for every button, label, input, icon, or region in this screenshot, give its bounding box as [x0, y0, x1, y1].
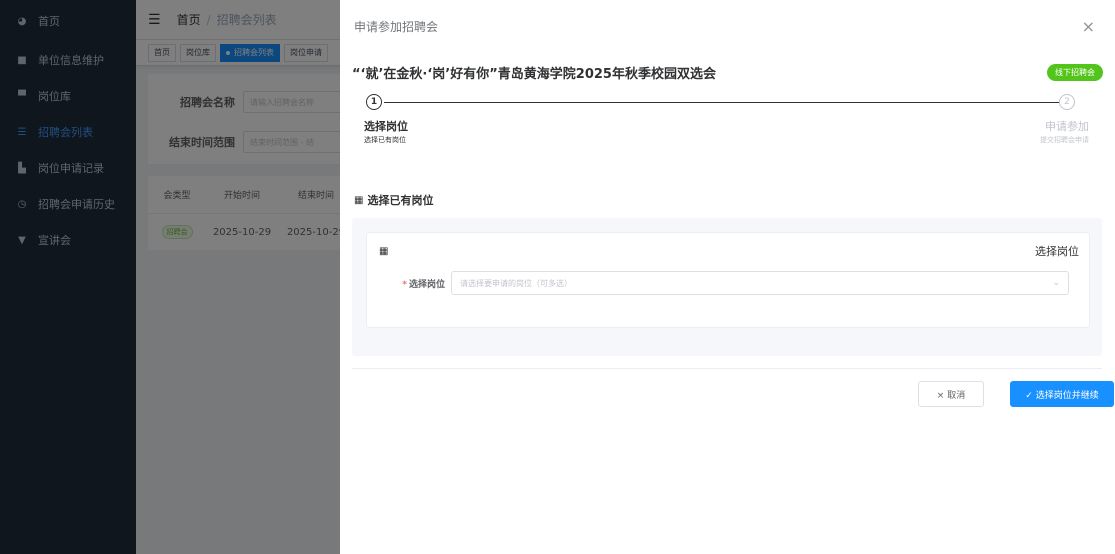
grid-icon: ▦: [379, 245, 389, 257]
grid-icon: ▦: [354, 194, 364, 206]
section-title-text: 选择已有岗位: [367, 194, 434, 207]
select-and-continue-button[interactable]: ✓ 选择岗位并继续: [1010, 381, 1114, 407]
fair-title: “‘就’在金秋·‘岗’好有你”青岛黄海学院2025年秋季校园双选会: [352, 66, 716, 82]
job-select-label-text: 选择岗位: [408, 279, 445, 290]
step-1-number: 1: [366, 94, 382, 110]
chevron-down-icon: ⌄: [1052, 278, 1060, 288]
apply-drawer: 申请参加招聘会 × “‘就’在金秋·‘岗’好有你”青岛黄海学院2025年秋季校园…: [340, 0, 1115, 554]
job-select-card: ▦ 选择岗位 * 选择岗位 请选择要申请的岗位（可多选） ⌄: [366, 232, 1090, 328]
drawer-footer: × 取消 ✓ 选择岗位并继续: [352, 381, 1114, 407]
step-2-desc: 提交招聘会申请: [1040, 136, 1089, 144]
selection-panel: ▦ 选择岗位 * 选择岗位 请选择要申请的岗位（可多选） ⌄: [352, 218, 1102, 356]
job-select-dropdown[interactable]: 请选择要申请的岗位（可多选） ⌄: [451, 271, 1069, 295]
step-2-title: 申请参加: [1045, 120, 1089, 133]
close-icon[interactable]: ×: [1082, 17, 1095, 36]
card-header-label: 选择岗位: [1035, 245, 1079, 258]
drawer-title: 申请参加招聘会: [354, 19, 439, 34]
divider: [352, 368, 1102, 369]
step-1-desc: 选择已有岗位: [364, 136, 406, 144]
job-select-placeholder: 请选择要申请的岗位（可多选）: [460, 278, 572, 288]
step-2-number: 2: [1059, 94, 1075, 110]
steps: 1 选择岗位 选择已有岗位 2 申请参加 提交招聘会申请: [352, 90, 1103, 160]
job-select-label: * 选择岗位: [367, 277, 451, 290]
section-title: ▦ 选择已有岗位: [354, 192, 1103, 208]
cancel-button[interactable]: × 取消: [918, 381, 984, 407]
fair-type-badge: 线下招聘会: [1047, 63, 1103, 81]
required-asterisk: *: [402, 279, 407, 290]
step-1-title: 选择岗位: [364, 120, 408, 133]
step-connector: [384, 102, 1059, 103]
